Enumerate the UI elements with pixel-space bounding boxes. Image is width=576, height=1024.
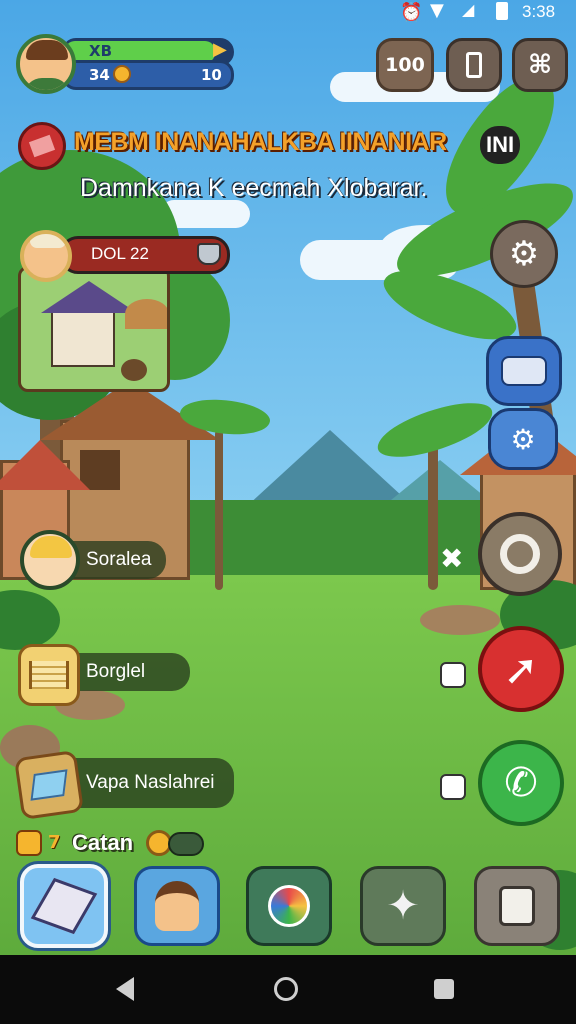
chat-icon: [268, 885, 310, 927]
book-lines: [29, 661, 69, 689]
villager-avatar[interactable]: [20, 230, 72, 282]
ribbon-icon: [28, 134, 56, 158]
menu-item-label: Vapa Naslahrei: [86, 772, 215, 793]
currency-prefix: 7: [48, 832, 61, 853]
score-value: 10: [201, 66, 222, 84]
alarm-icon: ⏰: [400, 2, 423, 23]
grid-menu-button[interactable]: ⌘: [512, 38, 568, 92]
menu-item-borglel[interactable]: Borglel: [70, 653, 190, 691]
shield-icon[interactable]: [440, 662, 466, 688]
map-icon[interactable]: [13, 749, 85, 821]
puzzle-button[interactable]: ✦: [360, 866, 446, 946]
village-level-bar: DOL 22: [60, 236, 230, 274]
village-roof: [41, 281, 137, 313]
signal-icon: ◢: [462, 0, 475, 19]
currency-label: Catan: [72, 830, 134, 855]
announcement-title-suffix: INI: [480, 126, 521, 164]
menu-item-soralea[interactable]: Soralea: [70, 541, 166, 579]
phone-device-icon: [466, 52, 482, 78]
chat-bubble-button[interactable]: [486, 336, 562, 406]
dice-icon[interactable]: [440, 774, 466, 800]
profile-icon: [155, 881, 199, 931]
book-icon[interactable]: [18, 644, 80, 706]
home-button-icon[interactable]: [274, 977, 298, 1001]
announcement-badge-icon[interactable]: [18, 122, 66, 170]
villager-hat: [30, 234, 66, 248]
profile-button[interactable]: [134, 866, 220, 946]
arrow-icon: ▶: [213, 39, 227, 60]
status-bar: ⏰ ▼ ◢ 3:38: [0, 0, 576, 26]
puzzle-icon: ✦: [386, 883, 420, 929]
avatar-hair: [26, 40, 68, 60]
target-button[interactable]: [478, 512, 562, 596]
battery-icon: [496, 2, 508, 20]
heart-badge-icon: [16, 830, 42, 856]
settings-box-button[interactable]: [474, 866, 560, 946]
village-house: [51, 309, 115, 367]
village-hut: [125, 299, 167, 329]
announcement-subtitle: Damnkana K eecmah Xlobarar.: [80, 174, 428, 202]
grid-icon: ⌘: [527, 50, 553, 80]
village-card[interactable]: [18, 266, 170, 392]
menu-item-vapa-naslahrei[interactable]: Vapa Naslahrei: [70, 758, 234, 808]
map-crystal: [30, 769, 68, 801]
target-icon: [500, 534, 540, 574]
phone-icon: ✆: [504, 760, 538, 806]
menu-item-label: Borglel: [86, 661, 146, 682]
toggle-icon[interactable]: [168, 832, 204, 856]
soralea-avatar-icon[interactable]: [20, 530, 80, 590]
close-icon[interactable]: ✖: [440, 542, 463, 575]
announcement-title: MEBM INANAHALKBA IINANIAR: [74, 128, 447, 157]
chat-button[interactable]: [246, 866, 332, 946]
village-level-text: DOL 22: [91, 244, 149, 263]
back-button-icon[interactable]: [116, 977, 134, 1001]
menu-item-label: Soralea: [86, 549, 152, 570]
status-time: 3:38: [522, 2, 556, 21]
chat-bubble-icon: [501, 356, 547, 386]
coins-value: 34: [89, 66, 110, 84]
recents-button-icon[interactable]: [434, 979, 454, 999]
system-nav-bar: [0, 955, 576, 1024]
phone-device-button[interactable]: [446, 38, 502, 92]
coin-icon: [113, 65, 131, 83]
level-label: XB: [89, 42, 112, 60]
energy-counter-button[interactable]: 100: [376, 38, 434, 92]
player-avatar[interactable]: [16, 34, 76, 94]
announcement-title-text: MEBM INANAHALKBA IINANIAR: [74, 128, 447, 156]
attack-button[interactable]: ➚: [478, 626, 564, 712]
village-bucket: [121, 359, 147, 381]
gear-icon: ⚙: [508, 234, 540, 274]
gem-box-icon: [30, 877, 98, 935]
bucket-icon: [197, 243, 221, 265]
coin-bar[interactable]: 34 10: [62, 60, 234, 90]
arrow-up-icon: ➚: [503, 644, 539, 694]
cog-badge-icon: ⚙: [510, 422, 536, 456]
wifi-icon: ▼: [430, 0, 444, 21]
cog-badge-button[interactable]: ⚙: [488, 408, 558, 470]
settings-box-icon: [499, 886, 535, 926]
soralea-hair: [30, 536, 72, 558]
gem-box-button[interactable]: [20, 864, 108, 948]
settings-gear-button[interactable]: ⚙: [490, 220, 558, 288]
call-button[interactable]: ✆: [478, 740, 564, 826]
